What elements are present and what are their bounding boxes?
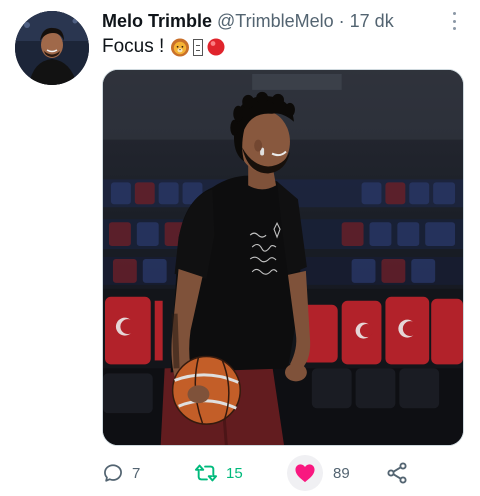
heart-icon bbox=[295, 464, 315, 483]
red-circle-icon bbox=[206, 37, 226, 57]
share-button[interactable] bbox=[385, 458, 409, 488]
display-name[interactable]: Melo Trimble bbox=[102, 9, 212, 33]
like-count: 89 bbox=[333, 464, 350, 482]
tweet-actions: 7 15 89 bbox=[102, 455, 464, 491]
photo-player-warming-up bbox=[103, 70, 463, 445]
reply-bubble-icon bbox=[104, 464, 122, 482]
avatar[interactable] bbox=[15, 11, 89, 85]
lion-face-icon bbox=[170, 37, 190, 57]
tweet-text: Focus ! bbox=[102, 35, 226, 59]
tweet-card[interactable]: Melo Trimble @TrimbleMelo · 17 dk Focus … bbox=[0, 0, 480, 496]
timestamp[interactable]: 17 dk bbox=[350, 9, 394, 33]
reply-button[interactable]: 7 bbox=[102, 458, 140, 488]
unknown-glyph-icon bbox=[193, 38, 204, 56]
share-icon bbox=[387, 462, 407, 484]
tweet-header: Melo Trimble @TrimbleMelo · 17 dk bbox=[102, 9, 394, 33]
separator-dot: · bbox=[338, 11, 345, 31]
like-highlight bbox=[287, 455, 323, 491]
reply-count: 7 bbox=[132, 464, 141, 482]
user-handle[interactable]: @TrimbleMelo bbox=[217, 9, 334, 33]
retweet-icon bbox=[194, 464, 218, 482]
tweet-photo[interactable] bbox=[102, 69, 464, 446]
more-dots-icon[interactable] bbox=[444, 10, 464, 32]
like-button[interactable]: 89 bbox=[287, 455, 350, 491]
retweet-button[interactable]: 15 bbox=[194, 458, 243, 488]
avatar-image bbox=[15, 11, 89, 85]
tweet-text-content: Focus ! bbox=[102, 36, 165, 57]
retweet-count: 15 bbox=[226, 464, 243, 482]
